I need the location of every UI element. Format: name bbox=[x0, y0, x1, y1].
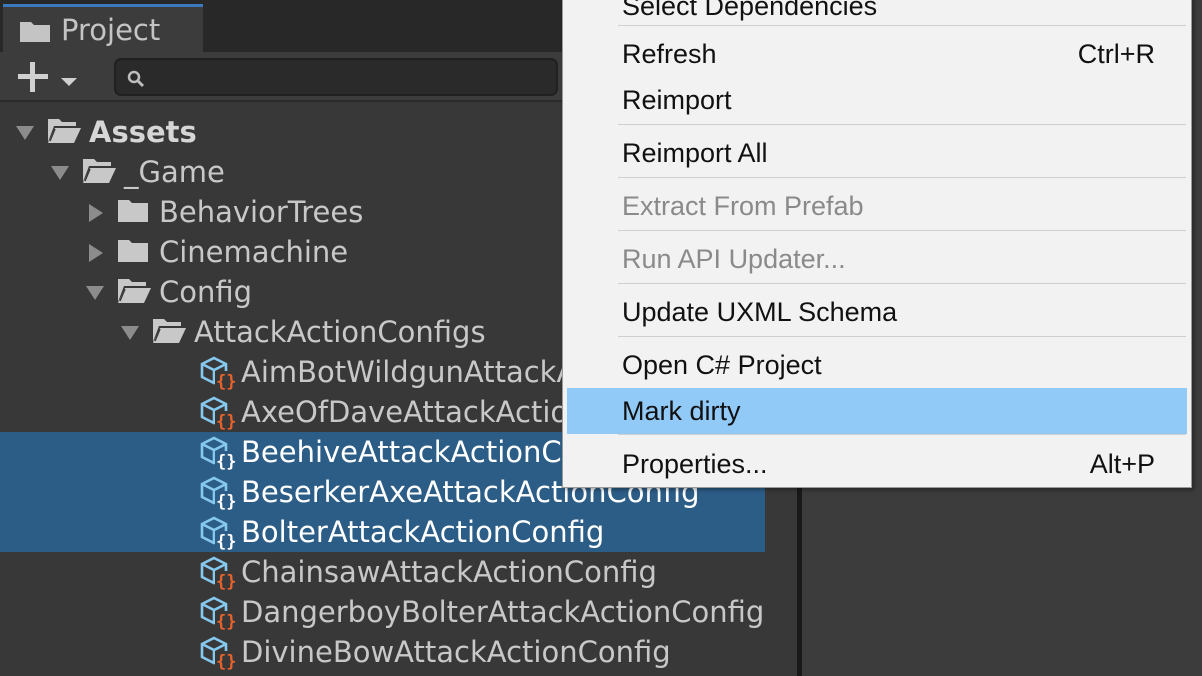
collapse-arrow-icon[interactable] bbox=[82, 232, 106, 272]
tree-item-label: DivineBowAttackActionConfig bbox=[241, 635, 671, 669]
menu-item-reimport-all[interactable]: Reimport All bbox=[567, 130, 1187, 176]
scriptable-object-icon: {} bbox=[199, 475, 236, 512]
tree-item[interactable]: {} DivineBowAttackActionConfig bbox=[0, 632, 765, 672]
scriptable-object-icon: {} bbox=[199, 635, 236, 672]
menu-separator bbox=[618, 336, 1186, 337]
svg-text:{}: {} bbox=[216, 612, 236, 631]
menu-separator bbox=[618, 124, 1186, 125]
menu-item-refresh[interactable]: Refresh Ctrl+R bbox=[567, 31, 1187, 77]
menu-item-run-api-updater: Run API Updater... bbox=[567, 236, 1187, 282]
menu-item-label: Properties... bbox=[622, 449, 768, 479]
add-asset-button[interactable] bbox=[14, 58, 84, 94]
menu-item-label: Select Dependencies bbox=[622, 0, 878, 21]
menu-item-mark-dirty[interactable]: Mark dirty bbox=[567, 388, 1187, 434]
folder-open-icon bbox=[81, 155, 117, 189]
menu-item-label: Mark dirty bbox=[622, 396, 741, 426]
scriptable-object-icon: {} bbox=[199, 515, 236, 552]
search-icon bbox=[126, 69, 146, 93]
folder-icon bbox=[116, 195, 152, 229]
svg-text:{}: {} bbox=[216, 492, 236, 511]
menu-item-label: Run API Updater... bbox=[622, 244, 846, 274]
menu-item-shortcut: Alt+P bbox=[1089, 449, 1155, 479]
search-input[interactable] bbox=[152, 60, 556, 96]
svg-text:{}: {} bbox=[216, 412, 236, 431]
folder-open-icon bbox=[151, 315, 187, 349]
search-field[interactable] bbox=[114, 58, 558, 96]
menu-item-properties[interactable]: Properties... Alt+P bbox=[567, 441, 1187, 487]
dropdown-arrow-icon bbox=[60, 72, 78, 91]
menu-item-extract-from-prefab: Extract From Prefab bbox=[567, 183, 1187, 229]
svg-text:{}: {} bbox=[216, 372, 236, 391]
tree-item[interactable]: {} BolterAttackActionConfig bbox=[0, 512, 765, 552]
folder-open-icon bbox=[116, 275, 152, 309]
plus-icon bbox=[16, 60, 50, 98]
svg-text:{}: {} bbox=[216, 572, 236, 591]
tree-item[interactable]: {} DangerboyBolterAttackActionConfig bbox=[0, 592, 765, 632]
menu-item-reimport[interactable]: Reimport bbox=[567, 77, 1187, 123]
svg-text:{}: {} bbox=[216, 652, 236, 671]
menu-separator bbox=[618, 177, 1186, 178]
scriptable-object-icon: {} bbox=[199, 595, 236, 632]
tree-item[interactable]: {} ChainsawAttackActionConfig bbox=[0, 552, 765, 592]
context-menu: Select Dependencies Refresh Ctrl+R Reimport… bbox=[562, 0, 1192, 488]
tree-item-label: Cinemachine bbox=[159, 235, 349, 269]
tree-item-label: BolterAttackActionConfig bbox=[241, 515, 605, 549]
menu-separator bbox=[618, 283, 1186, 284]
tree-item-label: DangerboyBolterAttackActionConfig bbox=[241, 595, 765, 629]
folder-open-icon bbox=[46, 115, 82, 149]
menu-item-label: Reimport bbox=[622, 85, 732, 115]
menu-separator bbox=[618, 434, 1186, 435]
scriptable-object-icon: {} bbox=[199, 435, 236, 472]
folder-icon bbox=[19, 19, 51, 47]
folder-icon bbox=[116, 235, 152, 269]
menu-item-select-dependencies[interactable]: Select Dependencies bbox=[567, 0, 1187, 29]
tree-item-label: Assets bbox=[89, 115, 197, 149]
svg-text:{}: {} bbox=[216, 452, 236, 471]
tree-item-label: AttackActionConfigs bbox=[194, 315, 486, 349]
collapse-arrow-icon[interactable] bbox=[82, 192, 106, 232]
tab-label: Project bbox=[61, 13, 161, 47]
scriptable-object-icon: {} bbox=[199, 395, 236, 432]
expand-arrow-icon[interactable] bbox=[47, 152, 71, 192]
menu-item-label: Update UXML Schema bbox=[622, 297, 898, 327]
expand-arrow-icon[interactable] bbox=[82, 272, 106, 312]
scriptable-object-icon: {} bbox=[199, 555, 236, 592]
menu-item-label: Reimport All bbox=[622, 138, 768, 168]
tree-item-label: Config bbox=[159, 275, 253, 309]
tree-item-label: BehaviorTrees bbox=[159, 195, 364, 229]
expand-arrow-icon[interactable] bbox=[117, 312, 141, 352]
tab-project[interactable]: Project bbox=[3, 4, 203, 52]
expand-arrow-icon[interactable] bbox=[12, 112, 36, 152]
menu-item-update-uxml-schema[interactable]: Update UXML Schema bbox=[567, 289, 1187, 335]
svg-text:{}: {} bbox=[216, 532, 236, 551]
tree-item-label: _Game bbox=[124, 155, 225, 189]
menu-item-label: Open C# Project bbox=[622, 350, 822, 380]
tree-item-label: ChainsawAttackActionConfig bbox=[241, 555, 657, 589]
menu-item-label: Extract From Prefab bbox=[622, 191, 864, 221]
menu-item-open-c-project[interactable]: Open C# Project bbox=[567, 342, 1187, 388]
scriptable-object-icon: {} bbox=[199, 355, 236, 392]
menu-item-label: Refresh bbox=[622, 39, 717, 69]
menu-separator bbox=[618, 230, 1186, 231]
menu-item-shortcut: Ctrl+R bbox=[1077, 39, 1155, 69]
